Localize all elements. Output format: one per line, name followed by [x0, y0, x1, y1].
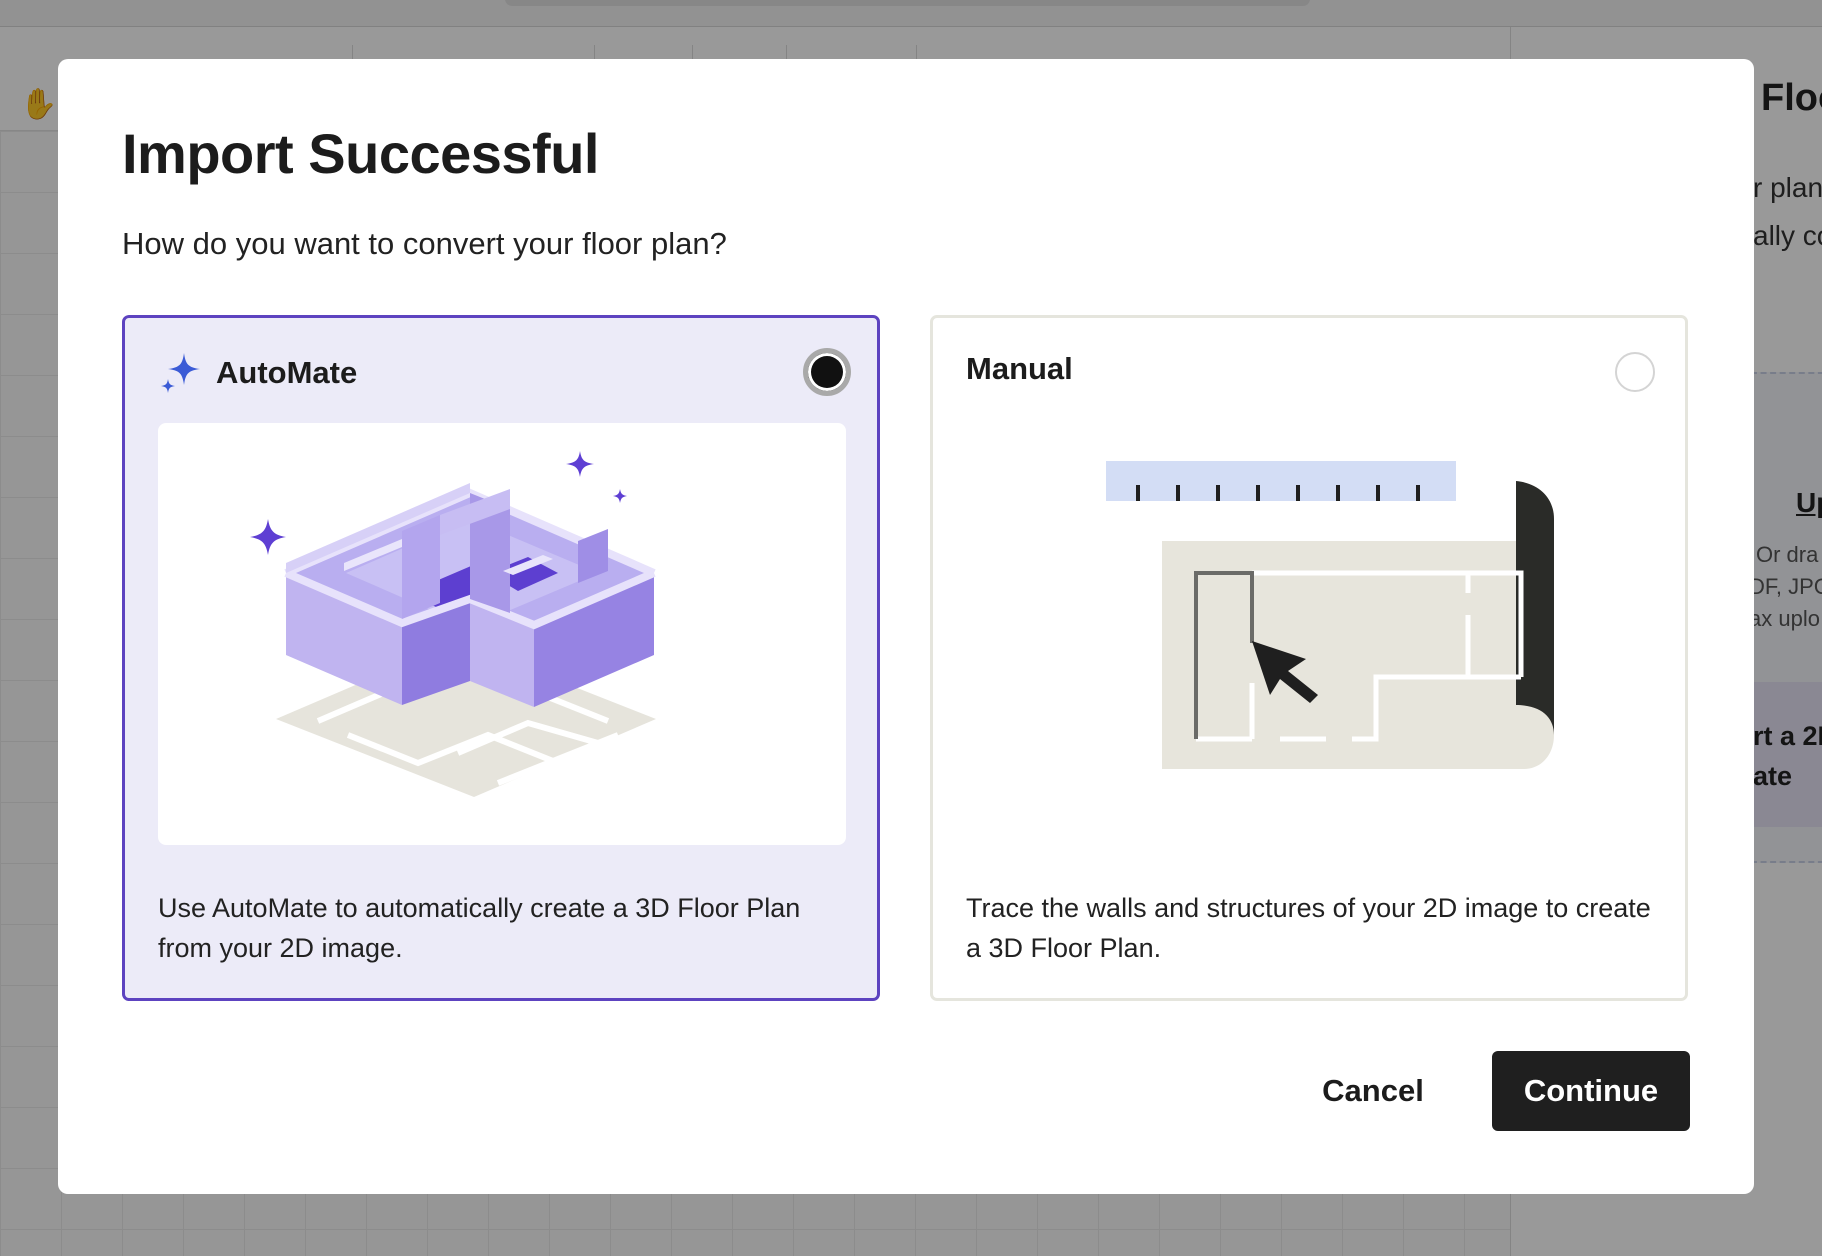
automate-illustration: [158, 423, 846, 845]
option-automate-description: Use AutoMate to automatically create a 3…: [158, 893, 801, 963]
option-automate[interactable]: AutoMate Use AutoMate to automatically c…: [122, 315, 880, 1001]
dialog-title: Import Successful: [122, 122, 599, 185]
continue-button[interactable]: Continue: [1492, 1051, 1690, 1131]
option-manual[interactable]: Manual Trace the walls and structures of…: [930, 315, 1688, 1001]
dialog-subtitle: How do you want to convert your floor pl…: [122, 226, 727, 261]
cancel-button[interactable]: Cancel: [1308, 1051, 1438, 1131]
radio-manual[interactable]: [1615, 352, 1655, 392]
option-manual-label: Manual: [966, 351, 1073, 386]
option-manual-description: Trace the walls and structures of your 2…: [966, 893, 1651, 963]
manual-illustration: [966, 423, 1654, 845]
option-automate-label: AutoMate: [216, 355, 358, 390]
sparkle-icon: [161, 353, 200, 393]
radio-automate[interactable]: [803, 348, 851, 396]
import-dialog: Import Successful How do you want to con…: [58, 59, 1754, 1194]
